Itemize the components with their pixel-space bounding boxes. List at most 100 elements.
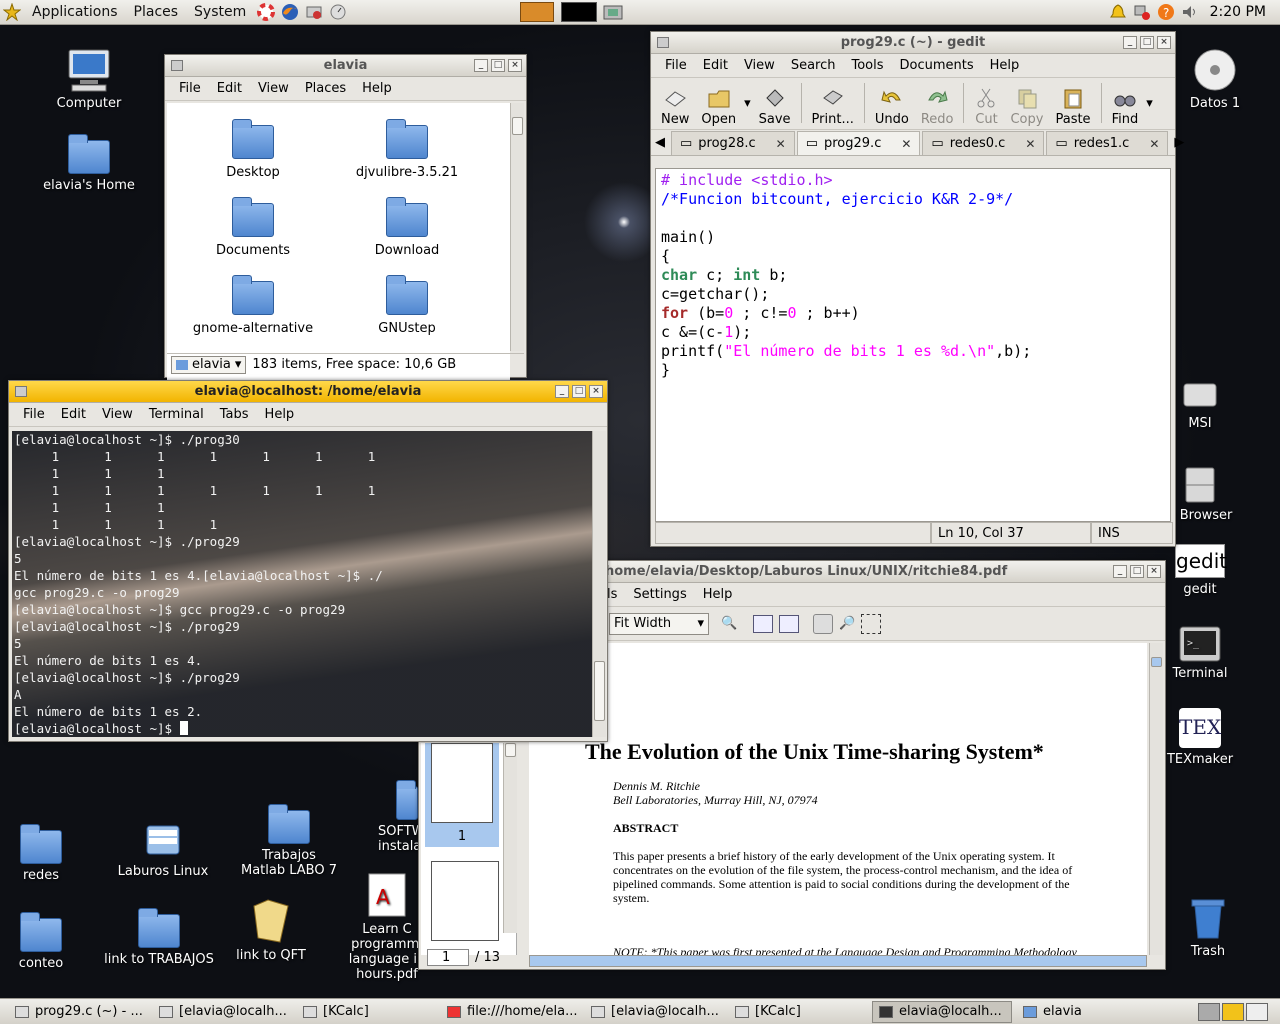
- scrollbar-thumb[interactable]: [512, 117, 523, 135]
- file-item-documents[interactable]: Documents: [173, 197, 333, 258]
- firefox-icon[interactable]: [279, 2, 301, 22]
- menu-edit[interactable]: Edit: [53, 407, 94, 422]
- workspace-1[interactable]: [1198, 1002, 1220, 1021]
- code-editor[interactable]: # include <stdio.h>/*Funcion bitcount, e…: [655, 168, 1171, 522]
- scrollbar-thumb[interactable]: [594, 661, 605, 721]
- new-button[interactable]: New: [655, 86, 695, 127]
- menu-places[interactable]: Places: [126, 4, 187, 20]
- workspace-2[interactable]: [1222, 1002, 1244, 1021]
- window-menu-icon[interactable]: [15, 386, 27, 397]
- menu-applications[interactable]: Applications: [24, 4, 126, 20]
- menu-search[interactable]: Search: [783, 58, 844, 73]
- help-icon[interactable]: ?: [1155, 2, 1177, 22]
- tab-close-icon[interactable]: ✕: [776, 137, 786, 151]
- paste-button[interactable]: Paste: [1049, 86, 1096, 127]
- tab-close-icon[interactable]: ✕: [1149, 137, 1159, 151]
- thumbnails-scrollbar[interactable]: [503, 743, 517, 933]
- task-terminal-2[interactable]: [elavia@localh...: [584, 1001, 724, 1023]
- mail-icon[interactable]: [303, 2, 325, 22]
- menu-help[interactable]: Help: [695, 587, 741, 602]
- menu-system[interactable]: System: [186, 4, 254, 20]
- screenshot-icon[interactable]: [602, 2, 624, 22]
- file-item-gnome-alternative[interactable]: gnome-alternative: [173, 275, 333, 336]
- window-menu-icon[interactable]: [657, 37, 669, 48]
- file-manager-scrollbar[interactable]: [510, 103, 524, 351]
- open-button[interactable]: Open: [695, 86, 742, 127]
- tab-scroll-left-icon[interactable]: ◀: [655, 135, 665, 150]
- close-button[interactable]: ×: [1147, 565, 1161, 578]
- undo-button[interactable]: Undo: [869, 86, 915, 127]
- pdf-page-scrollbar[interactable]: [1149, 643, 1163, 955]
- close-button[interactable]: ×: [589, 385, 603, 398]
- close-button[interactable]: ×: [508, 59, 522, 72]
- menu-view[interactable]: View: [94, 407, 141, 422]
- tab-close-icon[interactable]: ✕: [1025, 137, 1035, 151]
- workspace-3[interactable]: [1246, 1002, 1268, 1021]
- file-item-desktop[interactable]: Desktop: [173, 119, 333, 180]
- selection-tool-icon[interactable]: [861, 613, 882, 634]
- desktop-icon-link-qft[interactable]: link to QFT: [216, 892, 326, 963]
- task-terminal-active[interactable]: elavia@localh...: [872, 1000, 1012, 1023]
- menu-help[interactable]: Help: [257, 407, 303, 422]
- zoom-in-icon[interactable]: 🔍: [721, 616, 737, 631]
- menu-file[interactable]: File: [15, 407, 53, 422]
- desktop-icon-conteo[interactable]: conteo: [0, 910, 96, 971]
- desktop-icon-laburos[interactable]: Laburos Linux: [108, 820, 218, 879]
- page-number-input[interactable]: 1: [427, 948, 469, 966]
- desktop-icon-link-trabajos[interactable]: link to TRABAJOS: [104, 898, 214, 967]
- notification-bell-icon[interactable]: [1107, 2, 1129, 22]
- thumbnail-page-1[interactable]: 1: [425, 743, 499, 847]
- menu-file[interactable]: File: [171, 81, 209, 96]
- menu-view[interactable]: View: [736, 58, 783, 73]
- window-menu-icon[interactable]: [171, 60, 183, 71]
- maximize-button[interactable]: □: [572, 385, 586, 398]
- file-item-download[interactable]: Download: [327, 197, 487, 258]
- tab-prog29[interactable]: ▭ prog29.c ✕: [796, 131, 921, 155]
- minimize-button[interactable]: _: [1123, 36, 1137, 49]
- open-recent-dropdown[interactable]: ▾: [742, 96, 753, 127]
- print-button[interactable]: Print...: [806, 86, 860, 127]
- task-pdf-viewer[interactable]: file:///home/ela...: [440, 1001, 580, 1023]
- tab-scroll-right-icon[interactable]: ▶: [1174, 135, 1184, 150]
- terminal-screen[interactable]: [elavia@localhost ~]$ ./prog30 1 1 1 1 1…: [12, 431, 592, 737]
- desktop-icon-datos[interactable]: Datos 1: [1160, 48, 1270, 111]
- minimize-button[interactable]: _: [474, 59, 488, 72]
- location-combo[interactable]: elavia ▾: [171, 355, 247, 374]
- tab-prog28[interactable]: ▭ prog28.c ✕: [671, 131, 795, 155]
- desktop-icon-home[interactable]: elavia's Home: [34, 134, 144, 193]
- task-kcalc-1[interactable]: [KCalc]: [296, 1001, 436, 1023]
- network-error-icon[interactable]: [1131, 2, 1153, 22]
- network-icon[interactable]: [327, 2, 349, 22]
- menu-places[interactable]: Places: [297, 81, 354, 96]
- tab-redes0[interactable]: ▭ redes0.c ✕: [922, 131, 1045, 155]
- desktop-icon-computer[interactable]: Computer: [34, 48, 144, 111]
- minimize-button[interactable]: _: [1113, 565, 1127, 578]
- facing-pages-icon[interactable]: [779, 614, 800, 633]
- system-monitor-icon[interactable]: [561, 2, 598, 22]
- menu-edit[interactable]: Edit: [695, 58, 736, 73]
- menu-settings[interactable]: Settings: [625, 587, 694, 602]
- pdf-horizontal-scrollbar[interactable]: [529, 955, 1147, 967]
- terminal-scrollbar[interactable]: [592, 431, 606, 737]
- desktop-icon-trabajos-matlab[interactable]: Trabajos Matlab LABO 7: [234, 804, 344, 878]
- copy-button[interactable]: Copy: [1004, 86, 1049, 127]
- thumbnails-panel[interactable]: 1: [421, 743, 517, 955]
- maximize-button[interactable]: □: [1130, 565, 1144, 578]
- single-page-icon[interactable]: [753, 614, 774, 633]
- find-button[interactable]: Find: [1106, 86, 1145, 127]
- file-item-gnustep[interactable]: GNUstep: [327, 275, 487, 336]
- pdf-page-view[interactable]: The Evolution of the Unix Time-sharing S…: [529, 643, 1147, 955]
- cut-button[interactable]: Cut: [968, 86, 1004, 127]
- gedit-titlebar[interactable]: prog29.c (~) - gedit _ □ ×: [651, 32, 1175, 54]
- task-gedit[interactable]: prog29.c (~) - ...: [8, 1001, 148, 1023]
- menu-documents[interactable]: Documents: [892, 58, 982, 73]
- maximize-button[interactable]: □: [1140, 36, 1154, 49]
- tab-redes1[interactable]: ▭ redes1.c ✕: [1046, 131, 1169, 155]
- menu-view[interactable]: View: [250, 81, 297, 96]
- browse-tool-icon[interactable]: [813, 613, 834, 634]
- menu-tools[interactable]: Tools: [843, 58, 891, 73]
- fish-applet-icon[interactable]: [520, 2, 555, 22]
- file-item-djvulibre[interactable]: djvulibre-3.5.21: [327, 119, 487, 180]
- maximize-button[interactable]: □: [491, 59, 505, 72]
- gnome-foot-icon[interactable]: [1, 2, 23, 22]
